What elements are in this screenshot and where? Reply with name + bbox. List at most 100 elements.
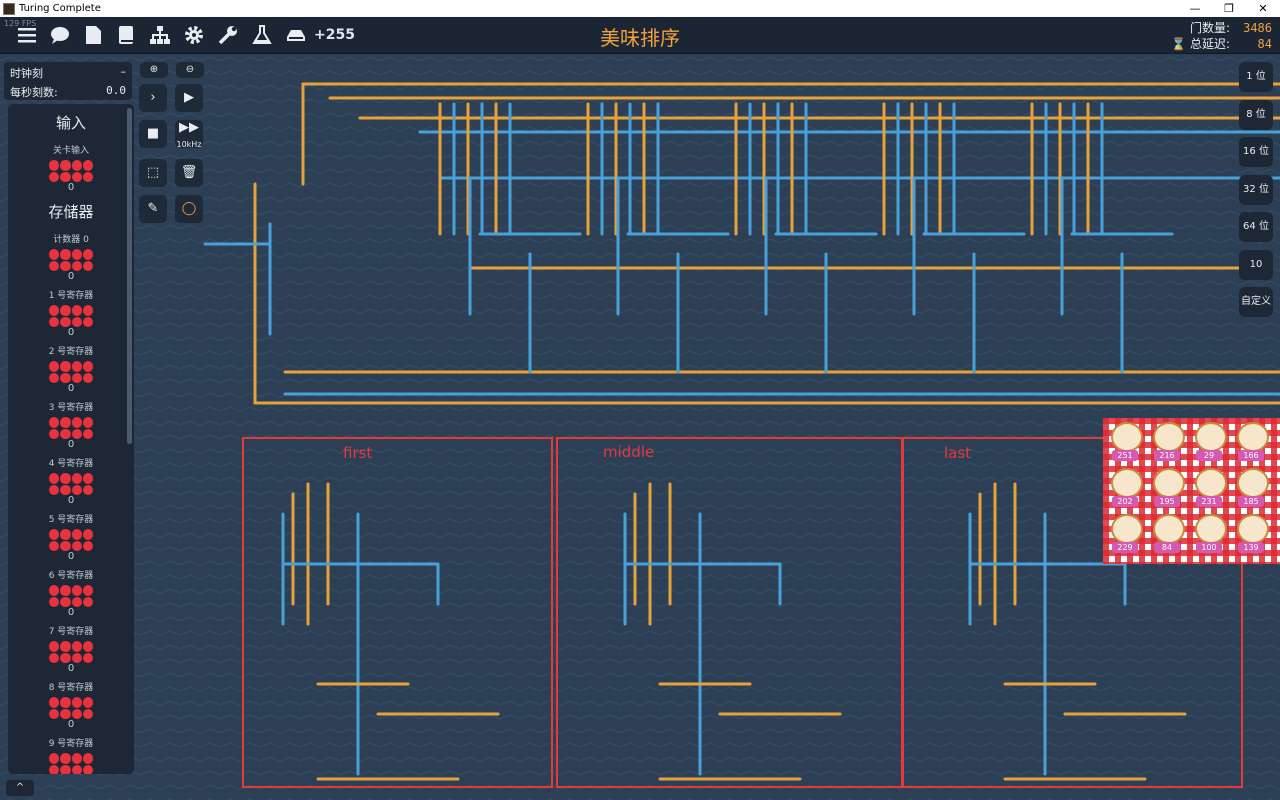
- dish-icon: [1237, 514, 1269, 544]
- dish-value: 166: [1238, 450, 1264, 461]
- level-input-label: 关卡输入: [52, 146, 89, 156]
- register-blob: [49, 361, 93, 383]
- food-dish: 216: [1147, 420, 1187, 464]
- register-blob: [49, 473, 93, 495]
- register-label: 6 号寄存器: [48, 571, 94, 581]
- window-title: Turing Complete: [19, 3, 101, 14]
- zoom-in-button[interactable]: ⊕: [140, 62, 168, 78]
- document-icon[interactable]: [82, 24, 104, 46]
- register-value: 0: [67, 607, 75, 618]
- step-button[interactable]: ›: [139, 84, 167, 112]
- fast-forward-icon: ▶▶: [179, 120, 199, 135]
- dish-icon: [1153, 422, 1185, 452]
- gear-icon[interactable]: [183, 24, 205, 46]
- play-button[interactable]: ▶: [175, 84, 203, 112]
- close-button[interactable]: ✕: [1246, 0, 1280, 17]
- register-blob: [49, 305, 93, 327]
- register-label: 1 号寄存器: [48, 291, 94, 301]
- register-blob: [49, 697, 93, 719]
- dish-icon: [1195, 514, 1227, 544]
- region-label-last: last: [944, 444, 972, 462]
- bit-button[interactable]: 16 位: [1239, 137, 1273, 167]
- counter-label: 计数器 0: [53, 235, 89, 245]
- select-tool-button[interactable]: ⬚: [139, 159, 167, 187]
- register-label: 5 号寄存器: [48, 515, 94, 525]
- dish-icon: [1195, 468, 1227, 498]
- tick-value: –: [120, 65, 127, 78]
- region-label-middle: middle: [603, 443, 655, 461]
- register-value: 0: [67, 383, 75, 394]
- minimize-button[interactable]: —: [1178, 0, 1212, 17]
- register-blob: [49, 585, 93, 607]
- register-list: 1 号寄存器 0 2 号寄存器 0 3 号寄存器 0 4 号寄存器 0 5 号寄存器 0 6 号寄存…: [8, 288, 134, 774]
- fast-forward-label: 10kHz: [176, 140, 202, 149]
- dish-value: 229: [1112, 542, 1138, 553]
- side-panel-scrollbar[interactable]: [127, 108, 132, 444]
- chat-icon[interactable]: [49, 24, 71, 46]
- counter-blob: [49, 249, 93, 271]
- score-badge: +255: [314, 27, 355, 43]
- dish-icon: [1111, 422, 1143, 452]
- food-dish: 231: [1189, 466, 1229, 510]
- fast-forward-button[interactable]: ▶▶ 10kHz: [175, 120, 203, 149]
- dish-icon: [1111, 514, 1143, 544]
- app-icon: [3, 2, 15, 15]
- food-dish: 84: [1147, 512, 1187, 556]
- dish-icon: [1237, 422, 1269, 452]
- register-value: 0: [67, 495, 75, 506]
- register-label: 7 号寄存器: [48, 627, 94, 637]
- register-blob: [49, 753, 93, 774]
- register-label: 2 号寄存器: [48, 347, 94, 357]
- storage-section-title: 存储器: [48, 203, 94, 221]
- flask-icon[interactable]: [251, 24, 273, 46]
- bit-button[interactable]: 自定义: [1239, 287, 1273, 317]
- zoom-out-button[interactable]: ⊖: [176, 62, 204, 78]
- tps-label: 每秒刻数:: [10, 86, 58, 99]
- register-value: 0: [67, 551, 75, 562]
- bit-button[interactable]: 10: [1239, 249, 1273, 280]
- level-input-blob: [49, 160, 93, 182]
- delay-label: ⌛ 总延迟:: [1171, 37, 1230, 51]
- dish-value: 251: [1112, 450, 1138, 461]
- drive-icon[interactable]: [285, 24, 307, 46]
- dish-icon: [1195, 422, 1227, 452]
- region-label-first: first: [343, 444, 373, 462]
- dish-value: 29: [1196, 450, 1222, 461]
- book-icon[interactable]: [115, 24, 137, 46]
- food-dish: 139: [1231, 512, 1271, 556]
- collapse-panel-button[interactable]: ^: [6, 780, 34, 796]
- maximize-button[interactable]: ❐: [1212, 0, 1246, 17]
- wire-color-button[interactable]: ◯: [175, 195, 203, 223]
- stop-button[interactable]: ■: [139, 120, 167, 148]
- delete-button[interactable]: 🗑: [175, 159, 203, 187]
- bit-button[interactable]: 8 位: [1239, 99, 1273, 130]
- food-dish: 229: [1105, 512, 1145, 556]
- dish-value: 84: [1154, 542, 1180, 553]
- delay-value: 84: [1257, 37, 1272, 51]
- dish-value: 185: [1238, 496, 1264, 507]
- counter-value: 0: [67, 271, 75, 282]
- window-title-bar: Turing Complete — ❐ ✕: [0, 0, 1280, 17]
- bit-button[interactable]: 32 位: [1239, 174, 1273, 205]
- gate-count-value: 3486: [1243, 21, 1272, 35]
- tick-label: 时钟刻: [10, 67, 43, 80]
- register-blob: [49, 529, 93, 551]
- food-dish: 29: [1189, 420, 1229, 464]
- dish-icon: [1237, 468, 1269, 498]
- register-value: 0: [67, 663, 75, 674]
- menu-icon[interactable]: [16, 24, 38, 46]
- top-toolbar: 129 FPS +255 美味排序 门数量: 3486 ⌛ 总延迟: 84: [0, 17, 1280, 54]
- bit-button[interactable]: 1 位: [1239, 62, 1273, 92]
- input-section-title: 输入: [55, 114, 86, 132]
- food-dish: 166: [1231, 420, 1271, 464]
- wrench-icon[interactable]: [217, 24, 239, 46]
- pencil-tool-button[interactable]: ✎: [139, 195, 167, 223]
- dish-value: 100: [1196, 542, 1222, 553]
- dish-value: 195: [1154, 496, 1180, 507]
- dish-icon: [1153, 514, 1185, 544]
- register-label: 8 号寄存器: [48, 683, 94, 693]
- dish-value: 216: [1154, 450, 1180, 461]
- clock-panel: 时钟刻 – 每秒刻数: 0.0: [4, 62, 132, 100]
- bit-button[interactable]: 64 位: [1239, 212, 1273, 242]
- hierarchy-icon[interactable]: [149, 24, 171, 46]
